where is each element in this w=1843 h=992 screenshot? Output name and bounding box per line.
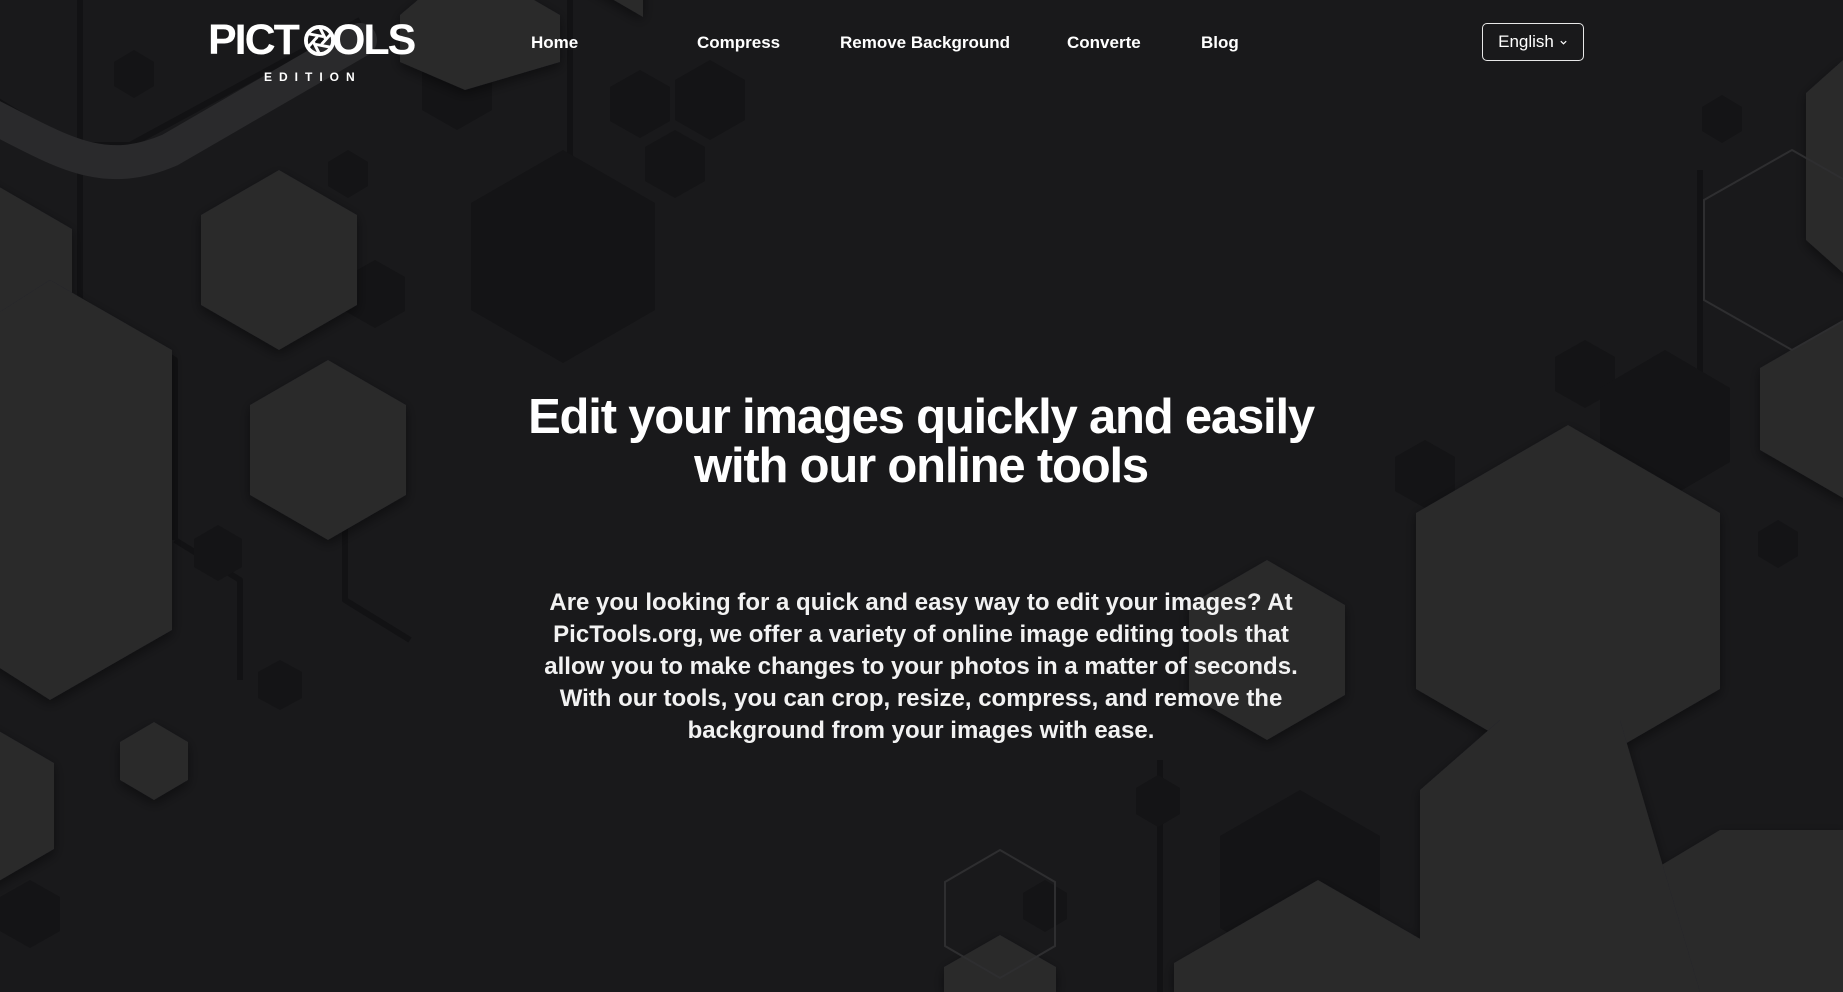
logo-subtitle: EDITION bbox=[264, 70, 362, 84]
hero-description: Are you looking for a quick and easy way… bbox=[544, 589, 1298, 744]
nav-blog[interactable]: Blog bbox=[1201, 33, 1239, 53]
nav-home[interactable]: Home bbox=[531, 33, 578, 53]
hexagon-background bbox=[0, 0, 1843, 992]
hero-title: Edit your images quickly and easily with… bbox=[421, 393, 1421, 491]
language-label: English bbox=[1498, 32, 1554, 51]
light-hexagons bbox=[0, 0, 1843, 992]
page: PICT OLS EDITION Home Compress Remove Bac… bbox=[0, 0, 1843, 992]
nav-compress[interactable]: Compress bbox=[697, 33, 780, 53]
nav-remove-background[interactable]: Remove Background bbox=[840, 33, 1010, 53]
nav-converte[interactable]: Converte bbox=[1067, 33, 1141, 53]
chevron-down-icon bbox=[1560, 40, 1567, 45]
hero-title-line-1: Edit your images quickly and easily bbox=[528, 390, 1315, 444]
pictools-logo[interactable]: PICT OLS EDITION bbox=[208, 18, 416, 83]
language-selector[interactable]: English bbox=[1482, 23, 1584, 61]
site-header: PICT OLS EDITION Home Compress Remove Bac… bbox=[0, 0, 1843, 86]
hero-title-line-2: with our online tools bbox=[694, 439, 1149, 493]
camera-shutter-icon bbox=[304, 25, 335, 56]
